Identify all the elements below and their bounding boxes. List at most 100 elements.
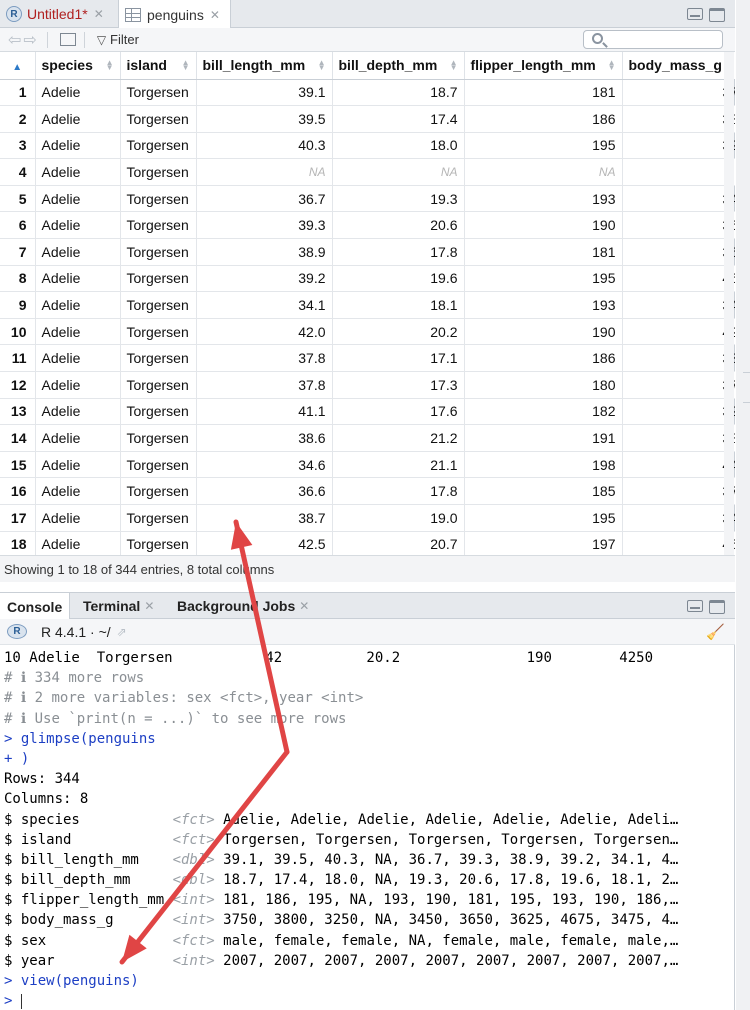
table-cell: 36.6 <box>196 477 333 505</box>
glimpse-column-name: $ bill_depth_mm <box>4 872 173 889</box>
tab-console[interactable]: Console <box>0 593 71 620</box>
table-cell: Torgersen <box>120 291 197 319</box>
vertical-scrollbar[interactable] <box>724 52 734 555</box>
sort-icon[interactable]: ▲ ▼ <box>182 59 190 72</box>
console-line: > glimpse(penguins <box>4 730 156 747</box>
table-row[interactable]: 17AdelieTorgersen38.719.01953450 <box>0 504 735 532</box>
table-cell: 3250 <box>622 132 735 160</box>
table-cell: 185 <box>464 477 623 505</box>
tab-background-jobs[interactable]: Background Jobs ✕ <box>170 593 316 619</box>
table-cell: Adelie <box>35 318 121 346</box>
search-input[interactable] <box>583 30 723 49</box>
filter-button[interactable]: Filter <box>110 32 139 47</box>
column-header-species[interactable]: species ▲ ▼ <box>35 52 121 80</box>
table-row[interactable]: 9AdelieTorgersen34.118.11933475 <box>0 291 735 319</box>
minimize-pane-button[interactable] <box>687 600 703 612</box>
table-cell: 41.1 <box>196 398 333 426</box>
column-header-body_mass_g[interactable]: body_mass_g▲▼ <box>622 52 735 80</box>
tab-terminal[interactable]: Terminal ✕ <box>76 593 161 619</box>
table-row[interactable]: 10AdelieTorgersen42.020.21904250 <box>0 318 735 346</box>
glimpse-line: $ year <int> 2007, 2007, 2007, 2007, 200… <box>4 951 724 971</box>
console-line: > view(penguins) <box>4 973 139 989</box>
row-index: 4 <box>0 158 36 186</box>
clear-console-icon[interactable]: 🧹 <box>706 623 725 641</box>
glimpse-line: $ species <fct> Adelie, Adelie, Adelie, … <box>4 810 724 830</box>
table-row[interactable]: 5AdelieTorgersen36.719.31933450 <box>0 185 735 213</box>
console-output[interactable]: 10 Adelie Torgersen 42 20.2 190 4250 # ℹ … <box>4 648 724 1010</box>
table-row[interactable]: 7AdelieTorgersen38.917.81813625 <box>0 238 735 266</box>
close-icon[interactable]: ✕ <box>144 599 154 613</box>
column-header-label: bill_length_mm <box>202 57 306 74</box>
close-icon[interactable]: ✕ <box>94 7 104 21</box>
table-cell: 3750 <box>622 79 735 107</box>
back-forward-icon[interactable]: ⇦⇨ <box>8 30 39 50</box>
table-cell: 195 <box>464 132 623 160</box>
table-row[interactable]: 13AdelieTorgersen41.117.61823200 <box>0 398 735 426</box>
row-index: 13 <box>0 398 36 426</box>
table-row[interactable]: 1AdelieTorgersen39.118.71813750 <box>0 79 735 107</box>
popout-window-icon[interactable] <box>59 33 76 46</box>
console-header: R R 4.4.1 · ~/ ⇗ 🧹 <box>0 619 735 645</box>
table-cell: 21.2 <box>332 424 465 452</box>
table-row[interactable]: 12AdelieTorgersen37.817.31803700 <box>0 371 735 399</box>
table-cell: 191 <box>464 424 623 452</box>
table-cell: 3625 <box>622 238 735 266</box>
table-cell: 18.7 <box>332 79 465 107</box>
table-cell: Torgersen <box>120 185 197 213</box>
table-cell: Adelie <box>35 371 121 399</box>
table-cell: 38.6 <box>196 424 333 452</box>
toolbar-divider <box>83 31 85 48</box>
console-line: Columns: 8 <box>4 791 89 808</box>
table-icon <box>125 7 141 22</box>
close-icon[interactable]: ✕ <box>210 8 220 22</box>
table-row[interactable]: 4AdelieTorgersenNANANANA <box>0 158 735 186</box>
row-index: 1 <box>0 79 36 107</box>
table-cell: NA <box>622 158 735 186</box>
table-row[interactable]: 11AdelieTorgersen37.817.11863300 <box>0 344 735 373</box>
table-cell: 4675 <box>622 265 735 293</box>
row-index: 17 <box>0 504 36 532</box>
tab-untitled1[interactable]: R Untitled1* ✕ <box>0 0 117 28</box>
maximize-pane-button[interactable] <box>709 600 725 614</box>
table-row[interactable]: 16AdelieTorgersen36.617.81853700 <box>0 477 735 505</box>
r-logo-icon: R <box>7 624 27 639</box>
column-header-island[interactable]: island ▲ ▼ <box>120 52 197 80</box>
table-cell: 181 <box>464 79 623 107</box>
sort-icon[interactable]: ▲ ▼ <box>608 59 616 72</box>
maximize-pane-button[interactable] <box>709 8 725 22</box>
close-icon[interactable]: ✕ <box>299 599 309 613</box>
glimpse-column-type: <fct> <box>172 932 215 949</box>
sort-icon[interactable]: ▲ ▼ <box>106 59 114 72</box>
table-row[interactable]: 6AdelieTorgersen39.320.61903650 <box>0 211 735 240</box>
table-row[interactable]: 15AdelieTorgersen34.621.11984400 <box>0 451 735 479</box>
table-cell: Torgersen <box>120 371 197 399</box>
table-row[interactable]: 8AdelieTorgersen39.219.61954675 <box>0 265 735 293</box>
table-cell: Torgersen <box>120 451 197 479</box>
console-prompt[interactable]: > <box>4 991 724 1010</box>
table-cell: 18.0 <box>332 132 465 160</box>
glimpse-column-values: male, female, female, NA, female, male, … <box>214 932 679 949</box>
tab-penguins[interactable]: penguins ✕ <box>118 0 231 29</box>
row-index: 11 <box>0 344 36 373</box>
table-cell: 42.0 <box>196 318 333 346</box>
filter-icon[interactable]: ▽ <box>97 33 106 47</box>
table-row[interactable]: 2AdelieTorgersen39.517.41863800 <box>0 105 735 133</box>
table-cell: 198 <box>464 451 623 479</box>
sort-icon[interactable]: ▲ ▼ <box>318 59 326 72</box>
column-header-bill_depth_mm[interactable]: bill_depth_mm ▲ ▼ <box>332 52 465 80</box>
table-row[interactable]: 18AdelieTorgersen42.520.71974500 <box>0 531 735 555</box>
table-cell: 37.8 <box>196 344 333 373</box>
row-index-header[interactable]: ▲ <box>0 52 36 80</box>
table-row[interactable]: 14AdelieTorgersen38.621.21913800 <box>0 424 735 452</box>
goto-directory-icon[interactable]: ⇗ <box>117 625 127 639</box>
minimize-pane-button[interactable] <box>687 8 703 20</box>
column-header-flipper_length_mm[interactable]: flipper_length_mm ▲ ▼ <box>464 52 623 80</box>
sort-icon[interactable]: ▲ ▼ <box>450 59 458 72</box>
column-header-bill_length_mm[interactable]: bill_length_mm ▲ ▼ <box>196 52 333 80</box>
table-row[interactable]: 3AdelieTorgersen40.318.01953250 <box>0 132 735 160</box>
table-cell: Adelie <box>35 344 121 373</box>
right-pane-edge <box>736 0 750 1010</box>
glimpse-column-type: <int> <box>172 912 215 929</box>
table-cell: Torgersen <box>120 318 197 346</box>
glimpse-column-type: <dbl> <box>172 851 215 868</box>
